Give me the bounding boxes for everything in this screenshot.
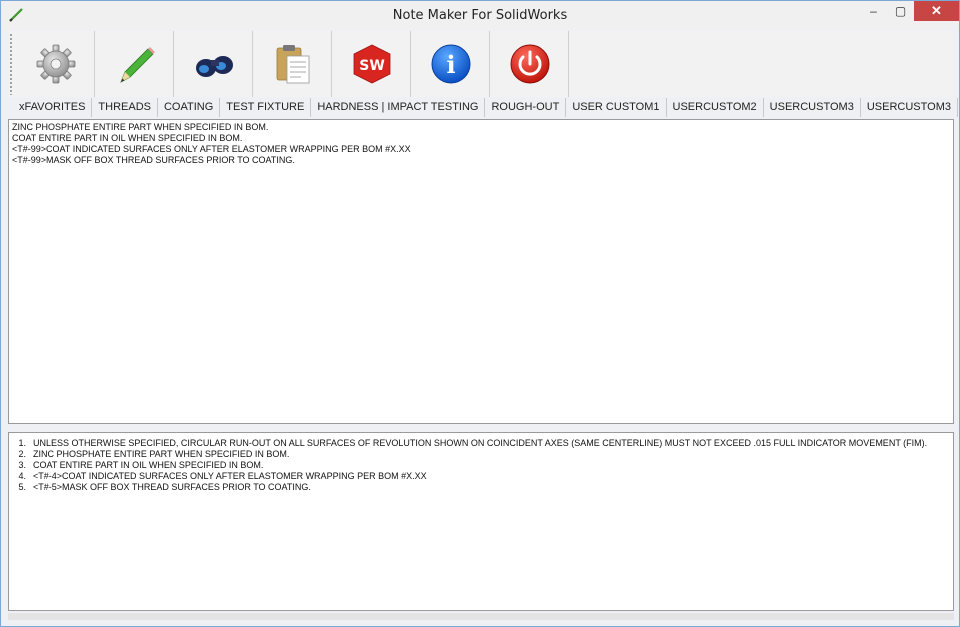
info-button[interactable]: i [412,31,490,97]
item-text: COAT ENTIRE PART IN OIL WHEN SPECIFIED I… [33,460,264,470]
list-item[interactable]: COAT ENTIRE PART IN OIL WHEN SPECIFIED I… [12,133,950,144]
list-item[interactable]: <T#-99>COAT INDICATED SURFACES ONLY AFTE… [12,144,950,155]
category-tabs: xFAVORITES THREADS COATING TEST FIXTURE … [9,98,958,117]
edit-button[interactable] [96,31,174,97]
item-number: 3. [18,460,26,470]
tab-test-fixture[interactable]: TEST FIXTURE [220,98,312,117]
maximize-button[interactable]: ▢ [887,1,914,21]
tab-rough-out[interactable]: ROUGH-OUT [485,98,567,117]
window-controls: – ▢ ✕ [860,1,959,23]
list-item[interactable]: ZINC PHOSPHATE ENTIRE PART WHEN SPECIFIE… [12,122,950,133]
item-text: <T#-5>MASK OFF BOX THREAD SURFACES PRIOR… [33,482,311,492]
item-number: 1. [18,438,26,448]
solidworks-icon: SW [353,44,390,84]
exit-button[interactable] [491,31,569,97]
tab-user-custom2[interactable]: USERCUSTOM2 [667,98,764,117]
minimize-button[interactable]: – [860,1,887,21]
item-number: 2. [18,449,26,459]
item-text: <T#-4>COAT INDICATED SURFACES ONLY AFTER… [33,471,427,481]
item-number: 4. [18,471,26,481]
toolbar-grip[interactable] [9,33,13,95]
svg-text:i: i [446,50,455,79]
drawing-notes-editor[interactable]: 1. UNLESS OTHERWISE SPECIFIED, CIRCULAR R… [8,432,954,611]
title-bar: Note Maker For SolidWorks – ▢ ✕ [1,1,959,29]
tab-hardness-impact-testing[interactable]: HARDNESS | IMPACT TESTING [311,98,486,117]
list-item[interactable]: <T#-99>MASK OFF BOX THREAD SURFACES PRIO… [12,155,950,166]
list-item[interactable]: 5. <T#-5>MASK OFF BOX THREAD SURFACES PRI… [12,482,950,493]
search-button[interactable] [175,31,253,97]
window-title: Note Maker For SolidWorks [392,7,568,23]
list-item[interactable]: 1. UNLESS OTHERWISE SPECIFIED, CIRCULAR R… [12,438,950,449]
list-item[interactable]: 2. ZINC PHOSPHATE ENTIRE PART WHEN SPECIF… [12,449,950,460]
pencil-icon [119,47,155,83]
pencil-app-icon [9,8,23,22]
tab-coating[interactable]: COATING [158,98,221,117]
tab-threads[interactable]: THREADS [92,98,158,117]
paste-button[interactable] [254,31,332,97]
status-bar [8,613,954,620]
note-source-list[interactable]: ZINC PHOSPHATE ENTIRE PART WHEN SPECIFIE… [8,119,954,424]
svg-text:SW: SW [359,58,385,74]
list-item[interactable]: 3. COAT ENTIRE PART IN OIL WHEN SPECIFIED… [12,460,950,471]
app-window: Note Maker For SolidWorks – ▢ ✕ SW i xFA… [0,0,960,627]
close-button[interactable]: ✕ [914,1,959,21]
settings-button[interactable] [17,31,95,97]
item-text: ZINC PHOSPHATE ENTIRE PART WHEN SPECIFIE… [33,449,290,459]
solidworks-button[interactable]: SW [333,31,411,97]
gear-icon [36,44,75,84]
binoculars-icon [195,56,233,77]
tab-user-custom1[interactable]: USER CUSTOM1 [566,98,667,117]
item-text: UNLESS OTHERWISE SPECIFIED, CIRCULAR RUN… [33,438,928,448]
tab-favorites[interactable]: xFAVORITES [13,98,93,117]
tab-user-custom3-b[interactable]: USERCUSTOM3 [861,98,958,117]
tab-user-custom3[interactable]: USERCUSTOM3 [764,98,861,117]
list-item[interactable]: 4. <T#-4>COAT INDICATED SURFACES ONLY AFT… [12,471,950,482]
info-icon: i [431,44,470,84]
clipboard-icon [276,45,309,84]
toolbar: SW i [9,31,953,97]
power-icon [510,44,549,84]
item-number: 5. [18,482,26,492]
